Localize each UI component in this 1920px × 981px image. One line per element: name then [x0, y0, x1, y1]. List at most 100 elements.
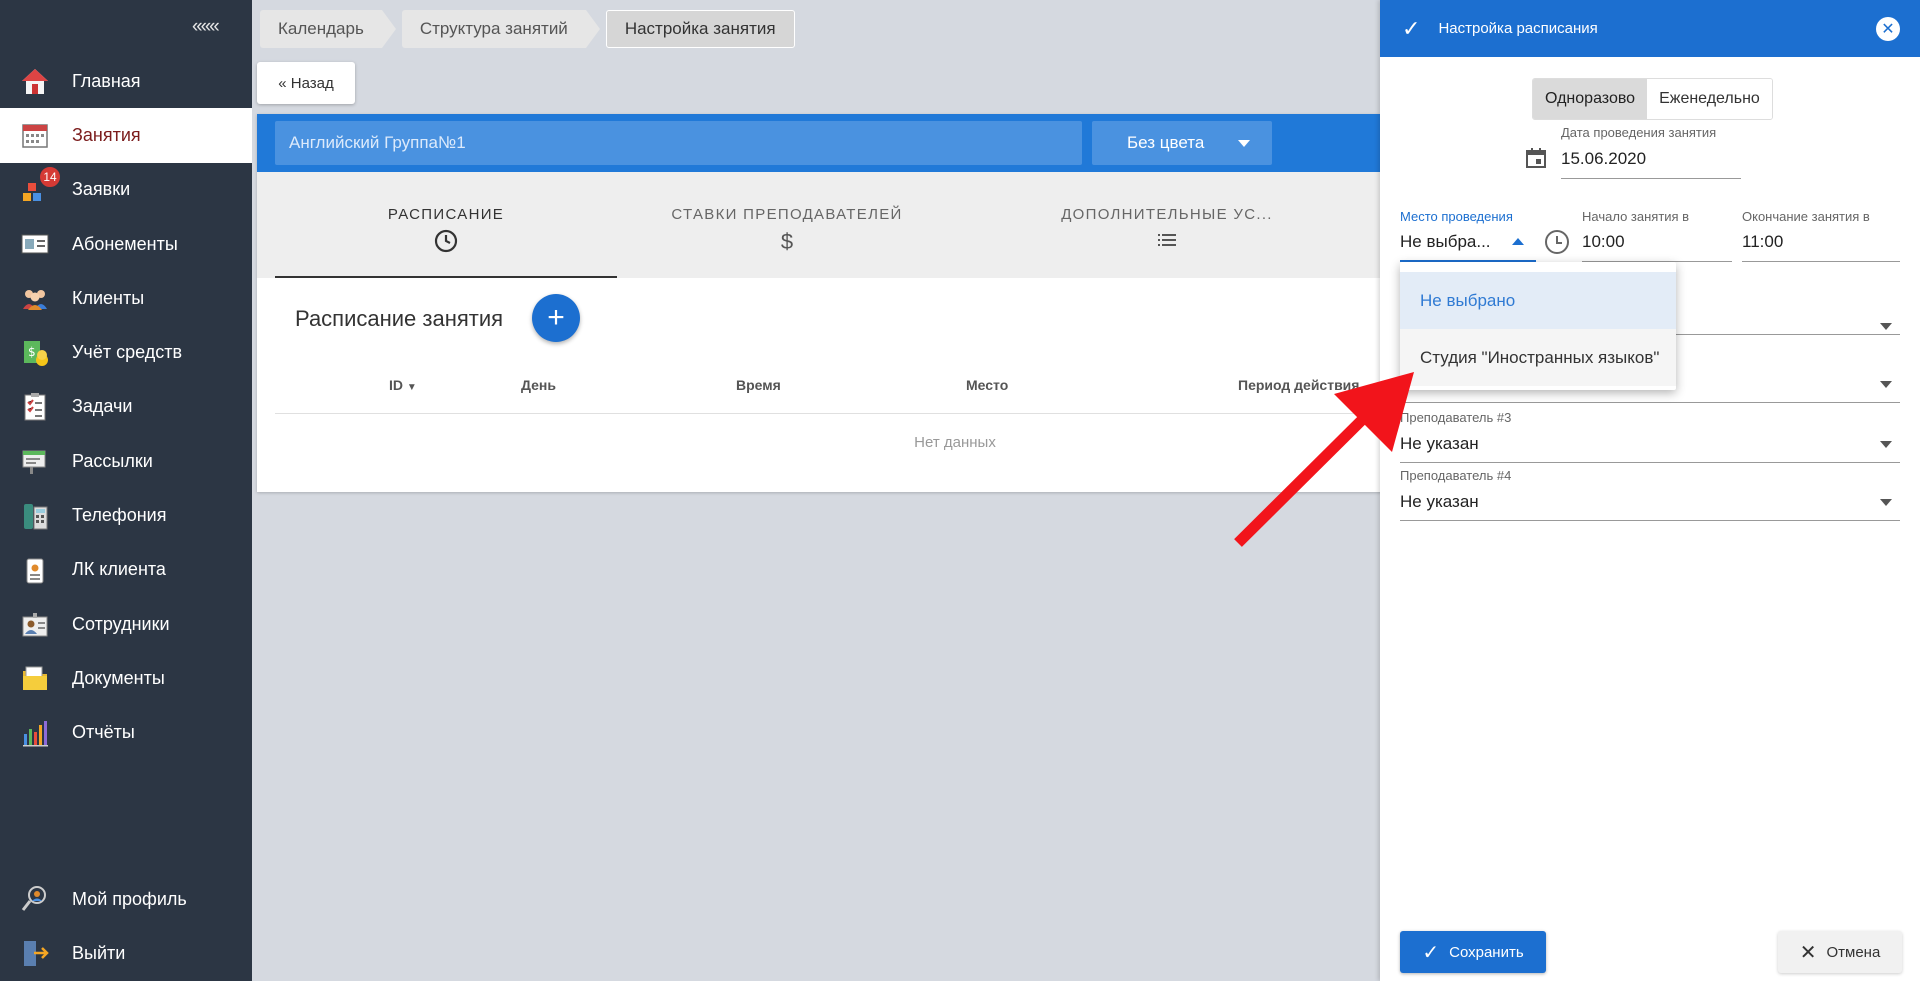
sidebar-item-telephony[interactable]: Телефония: [0, 488, 252, 542]
sidebar-nav: Главная Занятия 14 Заявки Абонементы Кли…: [0, 54, 252, 760]
tab-teacher-rates[interactable]: СТАВКИ ПРЕПОДАВАТЕЛЕЙ $: [617, 172, 957, 278]
end-label: Окончание занятия в: [1742, 209, 1870, 224]
sidebar-item-reports[interactable]: Отчёты: [0, 706, 252, 760]
cancel-button[interactable]: ✕ Отмена: [1778, 931, 1902, 973]
sidebar-item-label: Учёт средств: [72, 342, 183, 363]
sidebar-item-profile[interactable]: Мой профиль: [0, 872, 252, 926]
sidebar-item-staff[interactable]: Сотрудники: [0, 597, 252, 651]
start-time-input[interactable]: 10:00: [1582, 232, 1625, 252]
sidebar-item-label: Рассылки: [72, 450, 153, 471]
sidebar-item-label: Заявки: [72, 179, 131, 200]
sidebar-item-label: Документы: [72, 667, 165, 688]
logout-icon: [18, 936, 52, 970]
tab-label: РАСПИСАНИЕ: [387, 206, 505, 223]
toggle-weekly[interactable]: Еженедельно: [1647, 79, 1772, 119]
teacher4-label: Преподаватель #4: [1400, 468, 1512, 483]
save-label: Сохранить: [1449, 943, 1524, 961]
clock-icon: [434, 229, 458, 255]
svg-text:$: $: [28, 345, 36, 359]
column-header-day: День: [521, 377, 556, 393]
panel-header: ✓ Настройка расписания ✕: [1380, 0, 1920, 57]
home-icon: [18, 64, 52, 98]
tasks-icon: [18, 390, 52, 424]
sidebar-item-clients[interactable]: Клиенты: [0, 271, 252, 325]
sidebar-item-tasks[interactable]: Задачи: [0, 380, 252, 434]
clock-icon: [1545, 230, 1569, 254]
breadcrumb-lesson-structure[interactable]: Структура занятий: [401, 10, 600, 48]
tab-additional-services[interactable]: ДОПОЛНИТЕЛЬНЫЕ УС...: [957, 172, 1377, 278]
sidebar-item-finances[interactable]: $ Учёт средств: [0, 325, 252, 379]
clients-icon: [18, 281, 52, 315]
back-button[interactable]: « Назад: [257, 62, 355, 104]
sidebar-item-documents[interactable]: Документы: [0, 651, 252, 705]
teacher1-caret-icon[interactable]: [1880, 323, 1892, 330]
date-input[interactable]: 15.06.2020: [1561, 149, 1646, 169]
date-underline: [1561, 178, 1741, 179]
color-select[interactable]: Без цвета: [1092, 121, 1272, 165]
membership-card-icon: [18, 227, 52, 261]
place-option-studio[interactable]: Студия "Иностранных языков": [1400, 329, 1676, 386]
teacher4-underline: [1400, 520, 1900, 521]
mailing-icon: [18, 444, 52, 478]
tab-label: ДОПОЛНИТЕЛЬНЫЕ УС...: [1061, 206, 1273, 223]
panel-title: Настройка расписания: [1438, 20, 1598, 37]
end-time-input[interactable]: 11:00: [1742, 232, 1783, 252]
cancel-label: Отмена: [1826, 943, 1881, 961]
lesson-tabs: РАСПИСАНИЕ СТАВКИ ПРЕПОДАВАТЕЛЕЙ $ ДОПОЛ…: [257, 172, 1397, 278]
breadcrumb: Календарь Структура занятий Настройка за…: [260, 10, 815, 48]
save-button[interactable]: ✓ Сохранить: [1400, 931, 1546, 973]
teacher3-select[interactable]: Не указан: [1400, 434, 1479, 454]
sidebar-item-client-cabinet[interactable]: ЛК клиента: [0, 543, 252, 597]
list-icon: [1156, 229, 1178, 255]
column-header-time: Время: [736, 377, 781, 393]
lesson-name-input[interactable]: Английский Группа№1: [275, 121, 1082, 165]
sidebar-item-label: ЛК клиента: [72, 559, 166, 580]
column-header-period: Период действия: [1238, 377, 1360, 393]
teacher4-select[interactable]: Не указан: [1400, 492, 1479, 512]
end-underline: [1742, 261, 1900, 262]
requests-badge: 14: [38, 164, 62, 189]
sidebar-item-label: Абонементы: [72, 233, 178, 254]
sidebar-collapse-button[interactable]: «««: [192, 16, 220, 38]
sidebar-item-memberships[interactable]: Абонементы: [0, 217, 252, 271]
color-select-value: Без цвета: [1127, 133, 1205, 152]
tab-schedule[interactable]: РАСПИСАНИЕ: [275, 172, 617, 278]
close-icon[interactable]: ✕: [1876, 17, 1900, 41]
plus-icon: +: [547, 301, 565, 334]
sidebar-item-requests[interactable]: 14 Заявки: [0, 163, 252, 217]
add-schedule-button[interactable]: +: [532, 294, 580, 342]
place-option-none[interactable]: Не выбрано: [1400, 272, 1676, 329]
teacher2-caret-icon[interactable]: [1880, 381, 1892, 388]
schedule-settings-panel: ✓ Настройка расписания ✕ Одноразово Ежен…: [1380, 0, 1920, 981]
check-icon: ✓: [1402, 15, 1421, 41]
sidebar-item-logout[interactable]: Выйти: [0, 926, 252, 980]
chevron-down-icon: [1880, 499, 1892, 506]
sidebar-item-label: Выйти: [72, 942, 126, 963]
sidebar-item-label: Главная: [72, 70, 141, 91]
toggle-once[interactable]: Одноразово: [1533, 79, 1648, 119]
staff-icon: [18, 607, 52, 641]
lesson-header: Английский Группа№1 Без цвета: [257, 114, 1397, 172]
check-icon: ✓: [1422, 941, 1440, 964]
sidebar-item-label: Телефония: [72, 505, 167, 526]
start-label: Начало занятия в: [1582, 209, 1690, 224]
place-select[interactable]: Не выбра...: [1400, 232, 1491, 252]
sidebar-item-label: Мой профиль: [72, 888, 187, 909]
chevron-down-icon: [1880, 441, 1892, 448]
sidebar-item-lessons[interactable]: Занятия: [0, 108, 252, 163]
section-title: Расписание занятия: [295, 306, 504, 331]
tab-label: СТАВКИ ПРЕПОДАВАТЕЛЕЙ: [671, 206, 903, 223]
sidebar-item-label: Отчёты: [72, 722, 135, 743]
sidebar-item-home[interactable]: Главная: [0, 54, 252, 108]
place-label: Место проведения: [1400, 209, 1513, 224]
breadcrumb-calendar[interactable]: Календарь: [260, 10, 396, 48]
column-header-id[interactable]: ID ▼: [389, 377, 417, 393]
sidebar: ««« Главная Занятия 14 Заявки Абонементы…: [0, 0, 252, 981]
teacher2-underline: [1400, 402, 1900, 403]
calendar-date-icon[interactable]: [1524, 146, 1548, 170]
money-icon: $: [18, 336, 52, 370]
caret-down-icon: [1238, 140, 1250, 147]
caret-up-icon: [1512, 238, 1524, 245]
breadcrumb-lesson-settings[interactable]: Настройка занятия: [605, 10, 795, 48]
sidebar-item-mailings[interactable]: Рассылки: [0, 434, 252, 488]
